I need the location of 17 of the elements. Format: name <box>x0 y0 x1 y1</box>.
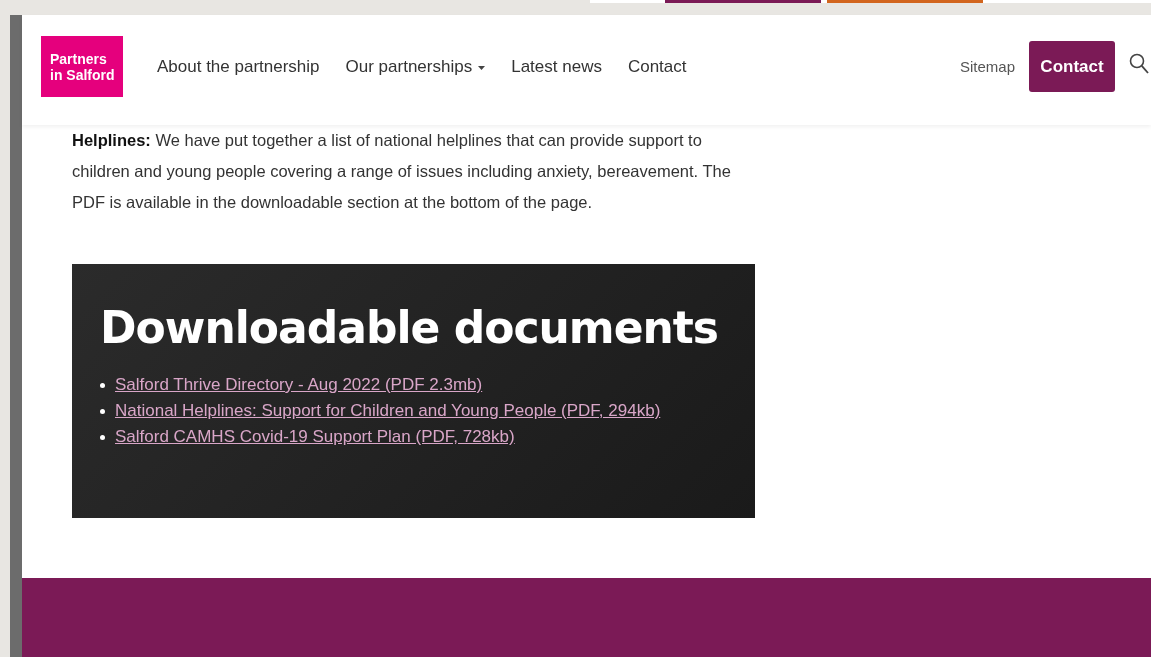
bullet-icon <box>100 408 105 414</box>
bullet-icon <box>100 382 105 388</box>
nav-dropdown[interactable]: Our partnerships <box>345 56 486 77</box>
document-link[interactable]: National Helplines: Support for Children and Young People (PDF, 294kb) <box>115 401 661 421</box>
document-link[interactable]: Salford Thrive Directory - Aug 2022 (PDF 2.3mb) <box>115 375 483 395</box>
nav-link[interactable]: About the partnership <box>157 56 320 77</box>
document-link[interactable]: Salford CAMHS Covid-19 Support Plan (PDF, 728kb) <box>115 427 515 447</box>
nav-link[interactable]: Contact <box>627 56 687 77</box>
contact-button[interactable]: Contact <box>1029 41 1115 92</box>
caret-icon <box>478 65 486 70</box>
sitemap-link[interactable]: Sitemap <box>959 58 1015 75</box>
site-logo[interactable]: Partners in Salford <box>41 36 123 97</box>
nav-link[interactable]: Latest news <box>511 56 602 77</box>
search-icon[interactable] <box>1129 53 1149 75</box>
helplines-paragraph: Helplines: We have put together a list of national helplines that can provide support to children and young people covering a range of issues including anxiety, bereavement. The PDF is available in the downloadable section at the bottom of the page. <box>72 130 732 213</box>
bullet-icon <box>100 434 105 440</box>
downloads-heading: Downloadable documents <box>100 302 720 353</box>
